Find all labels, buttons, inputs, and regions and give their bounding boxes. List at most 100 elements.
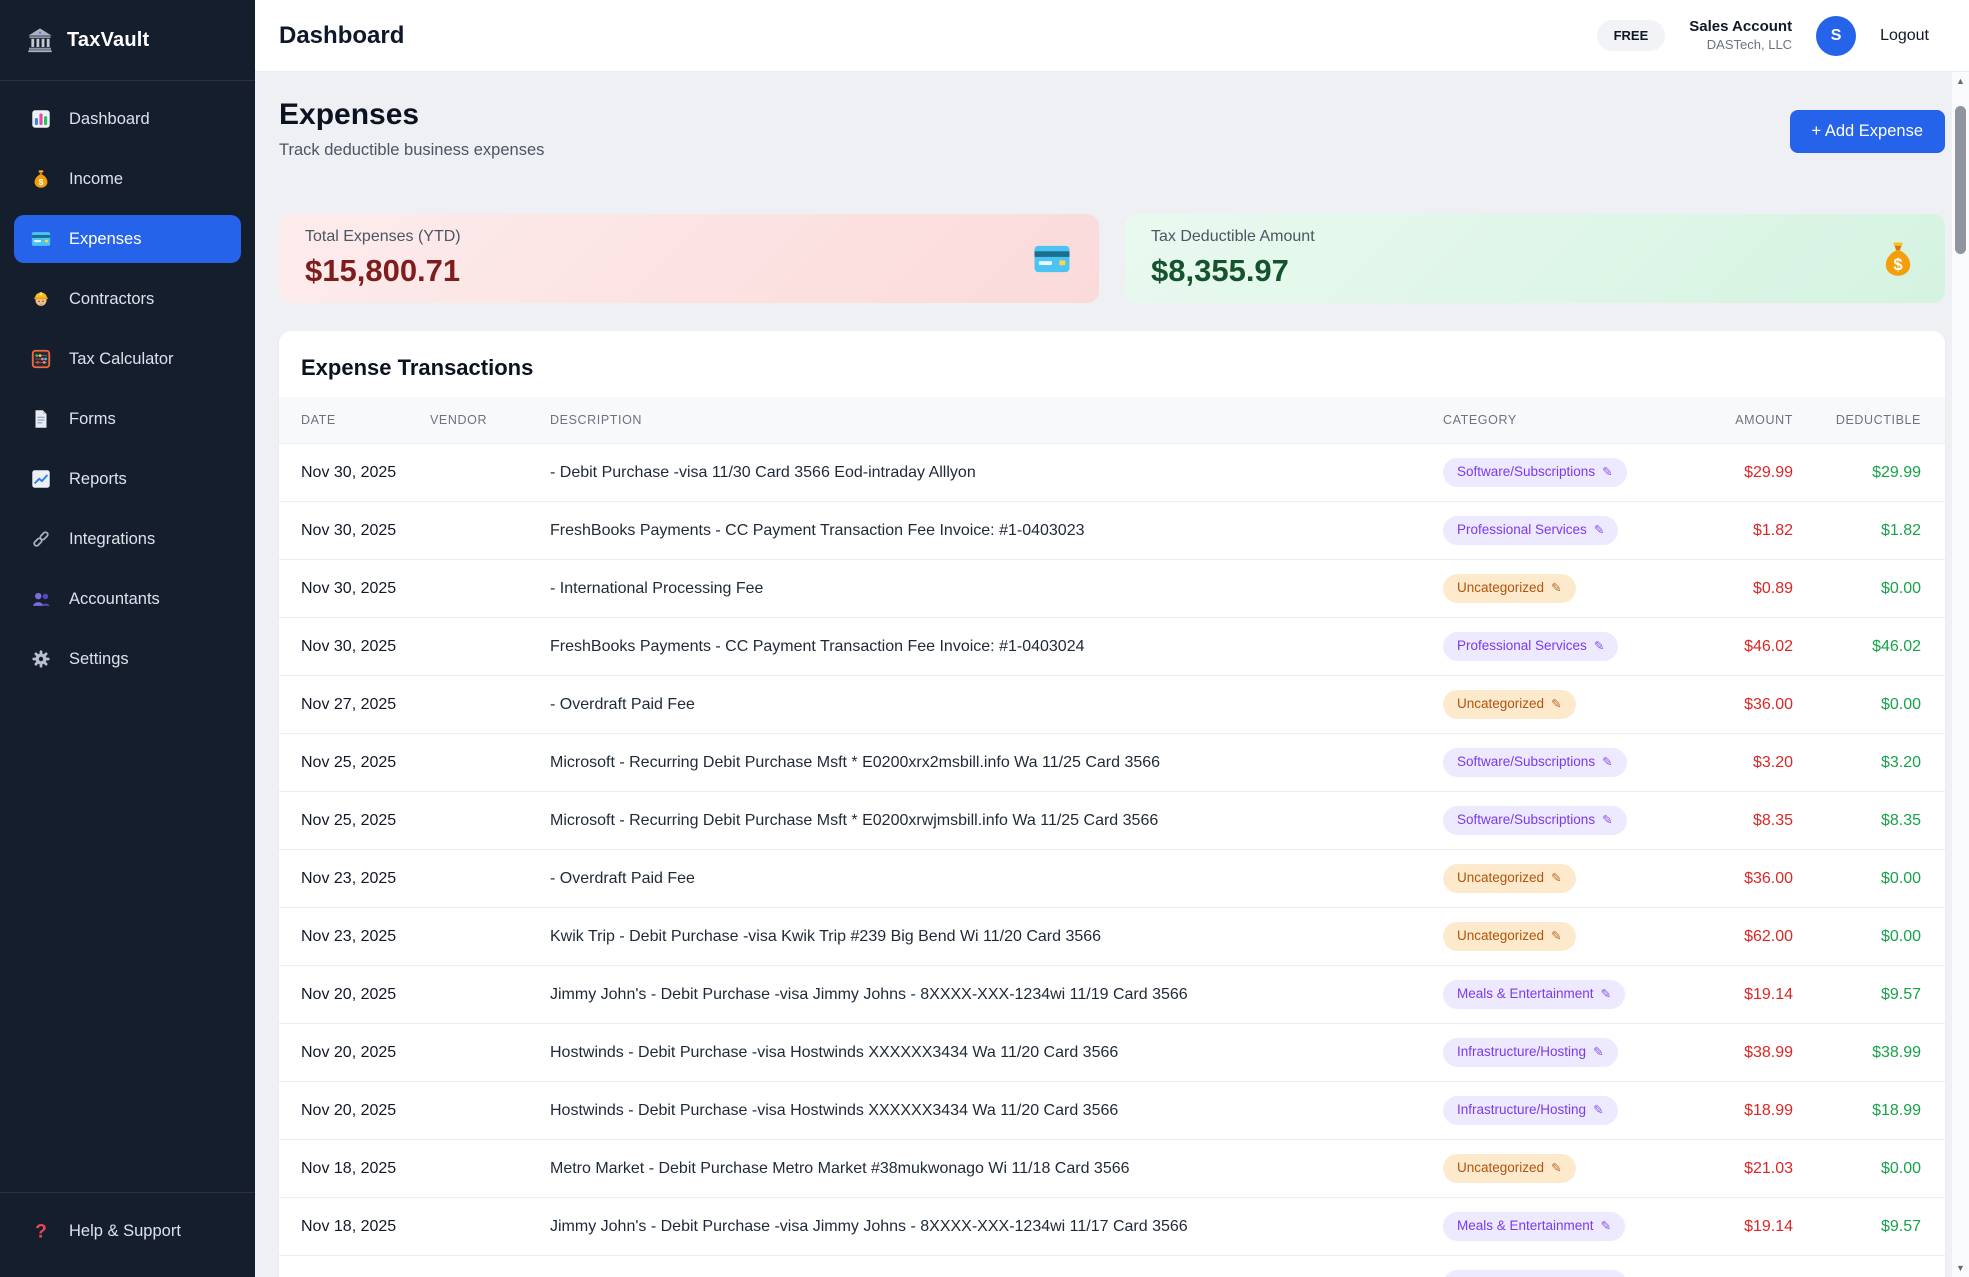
table-row: Nov 18, 2025 Jimmy John's - Debit Purcha… [279,1198,1945,1256]
sidebar-item[interactable]: Tax Calculator [14,335,241,383]
sidebar-item[interactable]: Contractors [14,275,241,323]
sidebar-item[interactable]: Reports [14,455,241,503]
scroll-up-arrow-icon[interactable]: ▲ [1952,76,1969,86]
sidebar-item-help-support[interactable]: Help & Support [14,1207,241,1255]
users-icon [30,588,52,610]
cell-deductible: $20.00 [1793,1256,1945,1277]
category-badge[interactable]: Meals & Entertainment ✎ [1443,1212,1625,1240]
category-badge[interactable]: Software/Subscriptions ✎ [1443,458,1627,486]
column-header-amount: AMOUNT [1685,397,1793,444]
cell-amount: $19.14 [1685,1198,1793,1256]
column-header-deductible: DEDUCTIBLE [1793,397,1945,444]
cell-description: Jimmy John's - Debit Purchase -visa Jimm… [550,966,1443,1024]
cell-date: Nov 20, 2025 [279,966,430,1024]
cell-vendor [430,966,550,1024]
category-label: Professional Services [1457,522,1587,538]
category-badge[interactable]: Meals & Entertainment ✎ [1443,980,1625,1008]
category-label: Meals & Entertainment [1457,1218,1594,1234]
cell-vendor [430,1082,550,1140]
cell-description: Microsoft - Recurring Debit Purchase Msf… [550,792,1443,850]
gear-icon [30,648,52,670]
sidebar-item[interactable]: Integrations [14,515,241,563]
cell-amount: $36.00 [1685,850,1793,908]
edit-category-icon[interactable]: ✎ [1602,465,1612,480]
page-title: Expenses [279,98,544,132]
cell-description: Microsoft - Recurring Debit Purchase Msf… [550,734,1443,792]
cell-description: Jimmy John's - Debit Purchase -visa Jimm… [550,1198,1443,1256]
edit-category-icon[interactable]: ✎ [1594,523,1604,538]
category-badge[interactable]: Uncategorized ✎ [1443,922,1576,950]
category-badge[interactable]: Uncategorized ✎ [1443,690,1576,718]
table-row: Nov 20, 2025 Hostwinds - Debit Purchase … [279,1024,1945,1082]
summary-cards: Total Expenses (YTD) $15,800.71 Tax Dedu… [279,214,1945,303]
cell-vendor [430,618,550,676]
cell-vendor [430,1024,550,1082]
expense-transactions-card: Expense Transactions DATE VENDOR DESCRIP… [279,331,1945,1277]
category-badge[interactable]: Software/Subscriptions ✎ [1443,748,1627,776]
sidebar-item[interactable]: Dashboard [14,95,241,143]
section-title: Expense Transactions [279,331,1945,397]
category-badge[interactable]: Software/Subscriptions ✎ [1443,1270,1627,1277]
cell-amount: $20.00 [1685,1256,1793,1277]
edit-category-icon[interactable]: ✎ [1601,1219,1611,1234]
account-name: Sales Account [1689,18,1792,37]
sidebar-item-label: Reports [69,470,127,489]
sidebar-item-label: Income [69,170,123,189]
category-badge[interactable]: Uncategorized ✎ [1443,864,1576,892]
cell-amount: $3.20 [1685,734,1793,792]
cell-date: Nov 20, 2025 [279,1024,430,1082]
summary-card-label: Tax Deductible Amount [1151,228,1315,246]
category-label: Professional Services [1457,638,1587,654]
edit-category-icon[interactable]: ✎ [1601,987,1611,1002]
plan-badge: FREE [1597,20,1666,51]
cell-deductible: $18.99 [1793,1082,1945,1140]
edit-category-icon[interactable]: ✎ [1551,581,1561,596]
sidebar-item[interactable]: Forms [14,395,241,443]
category-badge[interactable]: Software/Subscriptions ✎ [1443,806,1627,834]
category-badge[interactable]: Infrastructure/Hosting ✎ [1443,1038,1618,1066]
category-badge[interactable]: Infrastructure/Hosting ✎ [1443,1096,1618,1124]
cell-vendor [430,908,550,966]
scroll-down-arrow-icon[interactable]: ▼ [1952,1263,1969,1273]
category-badge[interactable]: Uncategorized ✎ [1443,1154,1576,1182]
table-row: Nov 23, 2025 - Overdraft Paid Fee Uncate… [279,850,1945,908]
vertical-scrollbar[interactable]: ▲ ▼ [1951,72,1969,1277]
cell-amount: $38.99 [1685,1024,1793,1082]
add-expense-button[interactable]: + Add Expense [1790,110,1945,153]
edit-category-icon[interactable]: ✎ [1593,1103,1603,1118]
table-row: Nov 30, 2025 - International Processing … [279,560,1945,618]
main-area: Dashboard FREE Sales Account DASTech, LL… [255,0,1969,1277]
cell-description: Kwik Trip - Debit Purchase -visa Kwik Tr… [550,908,1443,966]
category-badge[interactable]: Professional Services ✎ [1443,516,1618,544]
scrollbar-thumb[interactable] [1955,106,1966,254]
abacus-icon [30,348,52,370]
sidebar-item[interactable]: Income [14,155,241,203]
category-badge[interactable]: Professional Services ✎ [1443,632,1618,660]
cell-vendor [430,676,550,734]
edit-category-icon[interactable]: ✎ [1602,755,1612,770]
edit-category-icon[interactable]: ✎ [1551,871,1561,886]
sidebar-item[interactable]: Accountants [14,575,241,623]
cell-description: - Overdraft Paid Fee [550,850,1443,908]
cell-date: Nov 20, 2025 [279,1082,430,1140]
edit-category-icon[interactable]: ✎ [1602,813,1612,828]
cell-date: Nov 30, 2025 [279,444,430,502]
edit-category-icon[interactable]: ✎ [1593,1045,1603,1060]
cell-description: - International Processing Fee [550,560,1443,618]
category-label: Uncategorized [1457,928,1544,944]
edit-category-icon[interactable]: ✎ [1551,929,1561,944]
sidebar-item[interactable]: Settings [14,635,241,683]
logout-link[interactable]: Logout [1880,27,1929,45]
edit-category-icon[interactable]: ✎ [1551,1161,1561,1176]
sidebar-item[interactable]: Expenses [14,215,241,263]
cell-amount: $8.35 [1685,792,1793,850]
sidebar: TaxVault Dashboard Income Expenses [0,0,255,1277]
cell-deductible: $0.00 [1793,676,1945,734]
credit-card-icon [1031,238,1073,280]
edit-category-icon[interactable]: ✎ [1594,639,1604,654]
category-badge[interactable]: Uncategorized ✎ [1443,574,1576,602]
cell-date: Nov 30, 2025 [279,502,430,560]
cell-vendor [430,1140,550,1198]
edit-category-icon[interactable]: ✎ [1551,697,1561,712]
avatar[interactable]: S [1816,16,1856,56]
